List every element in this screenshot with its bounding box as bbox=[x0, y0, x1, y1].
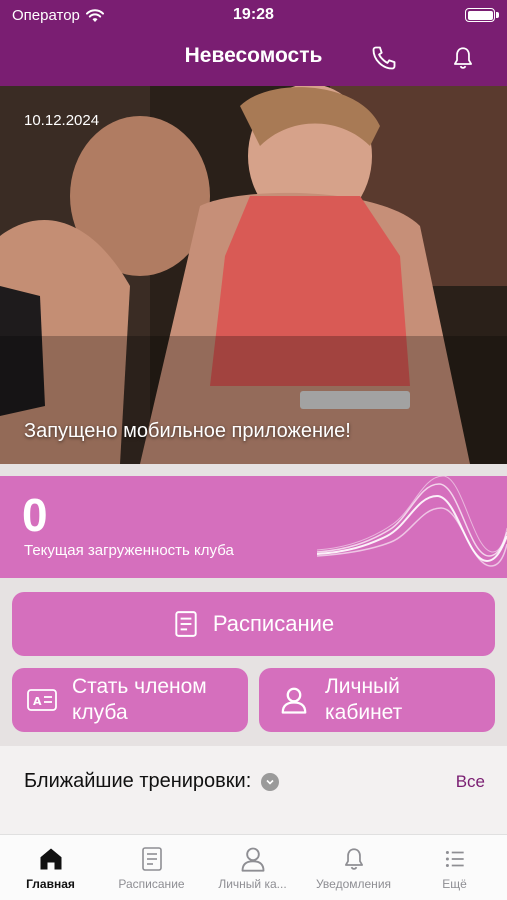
tab-personal-cabinet[interactable]: Личный ка... bbox=[202, 845, 303, 891]
battery-icon bbox=[465, 8, 499, 22]
notifications-button[interactable] bbox=[447, 42, 479, 74]
news-caption: Запущено мобильное приложение! bbox=[24, 420, 351, 442]
upcoming-trainings-title: Ближайшие тренировки: bbox=[24, 770, 252, 792]
schedule-button[interactable]: Расписание bbox=[12, 592, 495, 656]
schedule-button-label: Расписание bbox=[212, 611, 335, 636]
become-member-button[interactable]: A Стать членом клуба bbox=[12, 668, 248, 732]
personal-cabinet-button[interactable]: Личный кабинет bbox=[259, 668, 495, 732]
tab-schedule-label: Расписание bbox=[118, 877, 185, 891]
home-icon bbox=[40, 848, 61, 870]
tab-schedule[interactable]: Расписание bbox=[101, 845, 202, 891]
tab-notifications[interactable]: Уведомления bbox=[303, 845, 404, 891]
call-button[interactable] bbox=[368, 42, 400, 74]
become-member-label: Стать членом клуба bbox=[72, 674, 207, 726]
tab-home-label: Главная bbox=[26, 877, 75, 891]
news-banner[interactable]: 10.12.2024 Запущено мобильное приложение… bbox=[0, 86, 507, 464]
tab-home[interactable]: Главная bbox=[0, 845, 101, 891]
occupancy-label: Текущая загруженность клуба bbox=[24, 542, 234, 559]
occupancy-value: 0 bbox=[22, 489, 48, 541]
tab-more[interactable]: Ещё bbox=[404, 845, 505, 891]
occupancy-wave-graphic bbox=[317, 476, 507, 567]
chevron-down-icon[interactable] bbox=[261, 772, 280, 791]
member-card-icon: A bbox=[27, 689, 57, 711]
tab-notifications-label: Уведомления bbox=[315, 877, 392, 891]
tab-personal-cabinet-label: Личный ка... bbox=[218, 877, 287, 891]
person-icon bbox=[241, 847, 264, 872]
tab-bar: Главная Расписание Личный ка... Уведомле… bbox=[0, 834, 507, 900]
page-title: Невесомость bbox=[184, 44, 323, 67]
clock: 19:28 bbox=[233, 6, 274, 23]
tab-more-label: Ещё bbox=[442, 877, 467, 891]
upcoming-trainings-section: Ближайшие тренировки: Все bbox=[0, 746, 507, 834]
personal-cabinet-label: Личный кабинет bbox=[325, 674, 402, 726]
personal-cabinet-label-line1: Личный bbox=[325, 675, 400, 698]
bell-icon bbox=[344, 848, 363, 870]
phone-icon bbox=[372, 46, 396, 70]
club-occupancy-card: 0 Текущая загруженность клуба bbox=[0, 476, 507, 578]
svg-text:A: A bbox=[33, 695, 42, 708]
upcoming-trainings-heading[interactable]: Ближайшие тренировки: bbox=[24, 770, 280, 793]
become-member-label-line2: клуба bbox=[72, 701, 128, 724]
see-all-link[interactable]: Все bbox=[456, 772, 485, 792]
hero-photo bbox=[0, 86, 507, 464]
become-member-label-line1: Стать членом bbox=[72, 675, 207, 698]
list-icon bbox=[445, 850, 464, 868]
status-bar: Оператор 19:28 bbox=[0, 0, 507, 30]
app-header: Невесомость bbox=[0, 30, 507, 86]
bell-icon bbox=[454, 47, 472, 69]
personal-cabinet-label-line2: кабинет bbox=[325, 701, 403, 724]
document-icon bbox=[175, 611, 197, 637]
document-icon bbox=[141, 847, 162, 871]
news-date: 10.12.2024 bbox=[24, 112, 100, 129]
person-icon bbox=[281, 687, 307, 714]
